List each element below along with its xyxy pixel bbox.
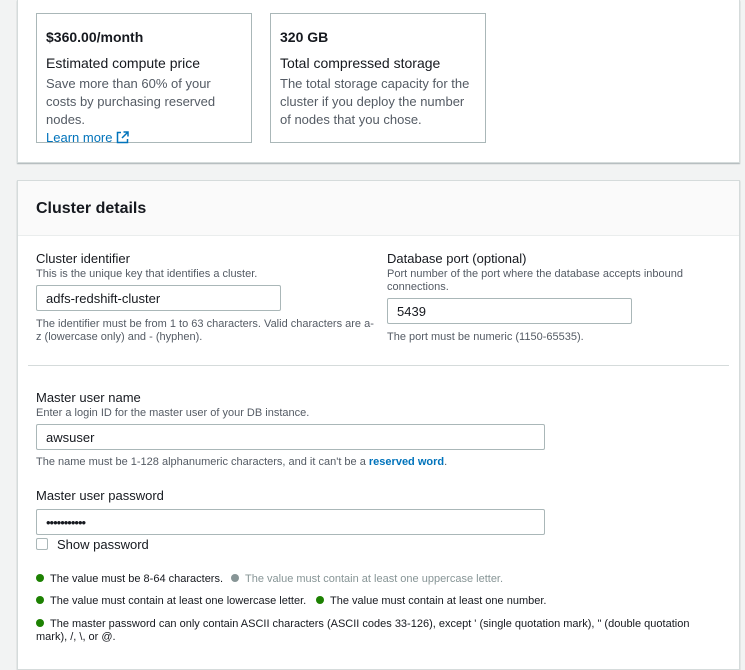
compute-price-value: $360.00/month: [46, 29, 144, 45]
database-port-description: Port number of the port where the databa…: [387, 268, 683, 293]
master-user-constraint-suffix: .: [444, 456, 448, 468]
database-port-label: Database port (optional): [387, 251, 527, 266]
password-rule-length: The value must be 8-64 characters.: [36, 573, 223, 586]
panel-header: Cluster details: [18, 181, 739, 236]
external-link-icon[interactable]: [116, 131, 130, 149]
compute-price-label: Estimated compute price: [46, 55, 201, 71]
show-password-label[interactable]: Show password: [57, 537, 149, 552]
rule-text: The value must contain at least one uppe…: [245, 573, 504, 585]
check-dot-icon: [316, 596, 324, 604]
check-dot-icon: [36, 619, 44, 627]
cluster-details-panel: Cluster details Cluster identifier This …: [17, 180, 740, 670]
rule-text: The master password can only contain ASC…: [36, 618, 690, 643]
master-user-name-description: Enter a login ID for the master user of …: [36, 407, 310, 419]
cluster-identifier-description: This is the unique key that identifies a…: [36, 268, 258, 280]
compute-price-description: Save more than 60% of your costs by purc…: [46, 75, 242, 149]
password-rule-uppercase: The value must contain at least one uppe…: [231, 573, 503, 586]
database-port-input[interactable]: [387, 298, 632, 324]
compute-price-card: $360.00/month Estimated compute price Sa…: [36, 13, 252, 145]
master-user-name-input[interactable]: [36, 424, 545, 450]
rule-text: The value must contain at least one numb…: [330, 595, 547, 607]
master-user-name-label: Master user name: [36, 390, 141, 405]
database-port-constraint: The port must be numeric (1150-65535).: [387, 331, 584, 343]
storage-value: 320 GB: [280, 29, 329, 45]
rule-text: The value must contain at least one lowe…: [50, 595, 307, 607]
section-divider: [28, 365, 729, 366]
compute-price-desc-text: Save more than 60% of your costs by purc…: [46, 76, 216, 127]
learn-more-label[interactable]: Learn more: [46, 130, 112, 145]
storage-description: The total storage capacity for the clust…: [280, 76, 470, 127]
estimate-panel: $360.00/month Estimated compute price Sa…: [17, 0, 740, 163]
password-rule-ascii: The master password can only contain ASC…: [36, 618, 696, 644]
storage-card: 320 GB Total compressed storage The tota…: [270, 13, 486, 143]
storage-label: Total compressed storage: [280, 55, 441, 71]
master-user-constraint-text: The name must be 1-128 alphanumeric char…: [36, 456, 369, 468]
master-user-name-constraint: The name must be 1-128 alphanumeric char…: [36, 456, 447, 469]
master-password-label: Master user password: [36, 488, 164, 503]
show-password-checkbox[interactable]: [36, 538, 48, 550]
check-dot-icon: [36, 574, 44, 582]
cluster-identifier-label: Cluster identifier: [36, 251, 130, 266]
cluster-identifier-constraint: The identifier must be from 1 to 63 char…: [36, 318, 374, 343]
rule-text: The value must be 8-64 characters.: [50, 573, 224, 585]
cluster-identifier-input[interactable]: [36, 285, 281, 311]
pending-dot-icon: [231, 574, 239, 582]
learn-more-link[interactable]: Learn more: [46, 130, 130, 145]
panel-title: Cluster details: [36, 200, 147, 217]
reserved-word-link[interactable]: reserved word: [369, 456, 444, 468]
master-password-input[interactable]: [36, 509, 545, 535]
password-rule-number: The value must contain at least one numb…: [316, 595, 546, 608]
check-dot-icon: [36, 596, 44, 604]
password-rule-lowercase: The value must contain at least one lowe…: [36, 595, 306, 608]
